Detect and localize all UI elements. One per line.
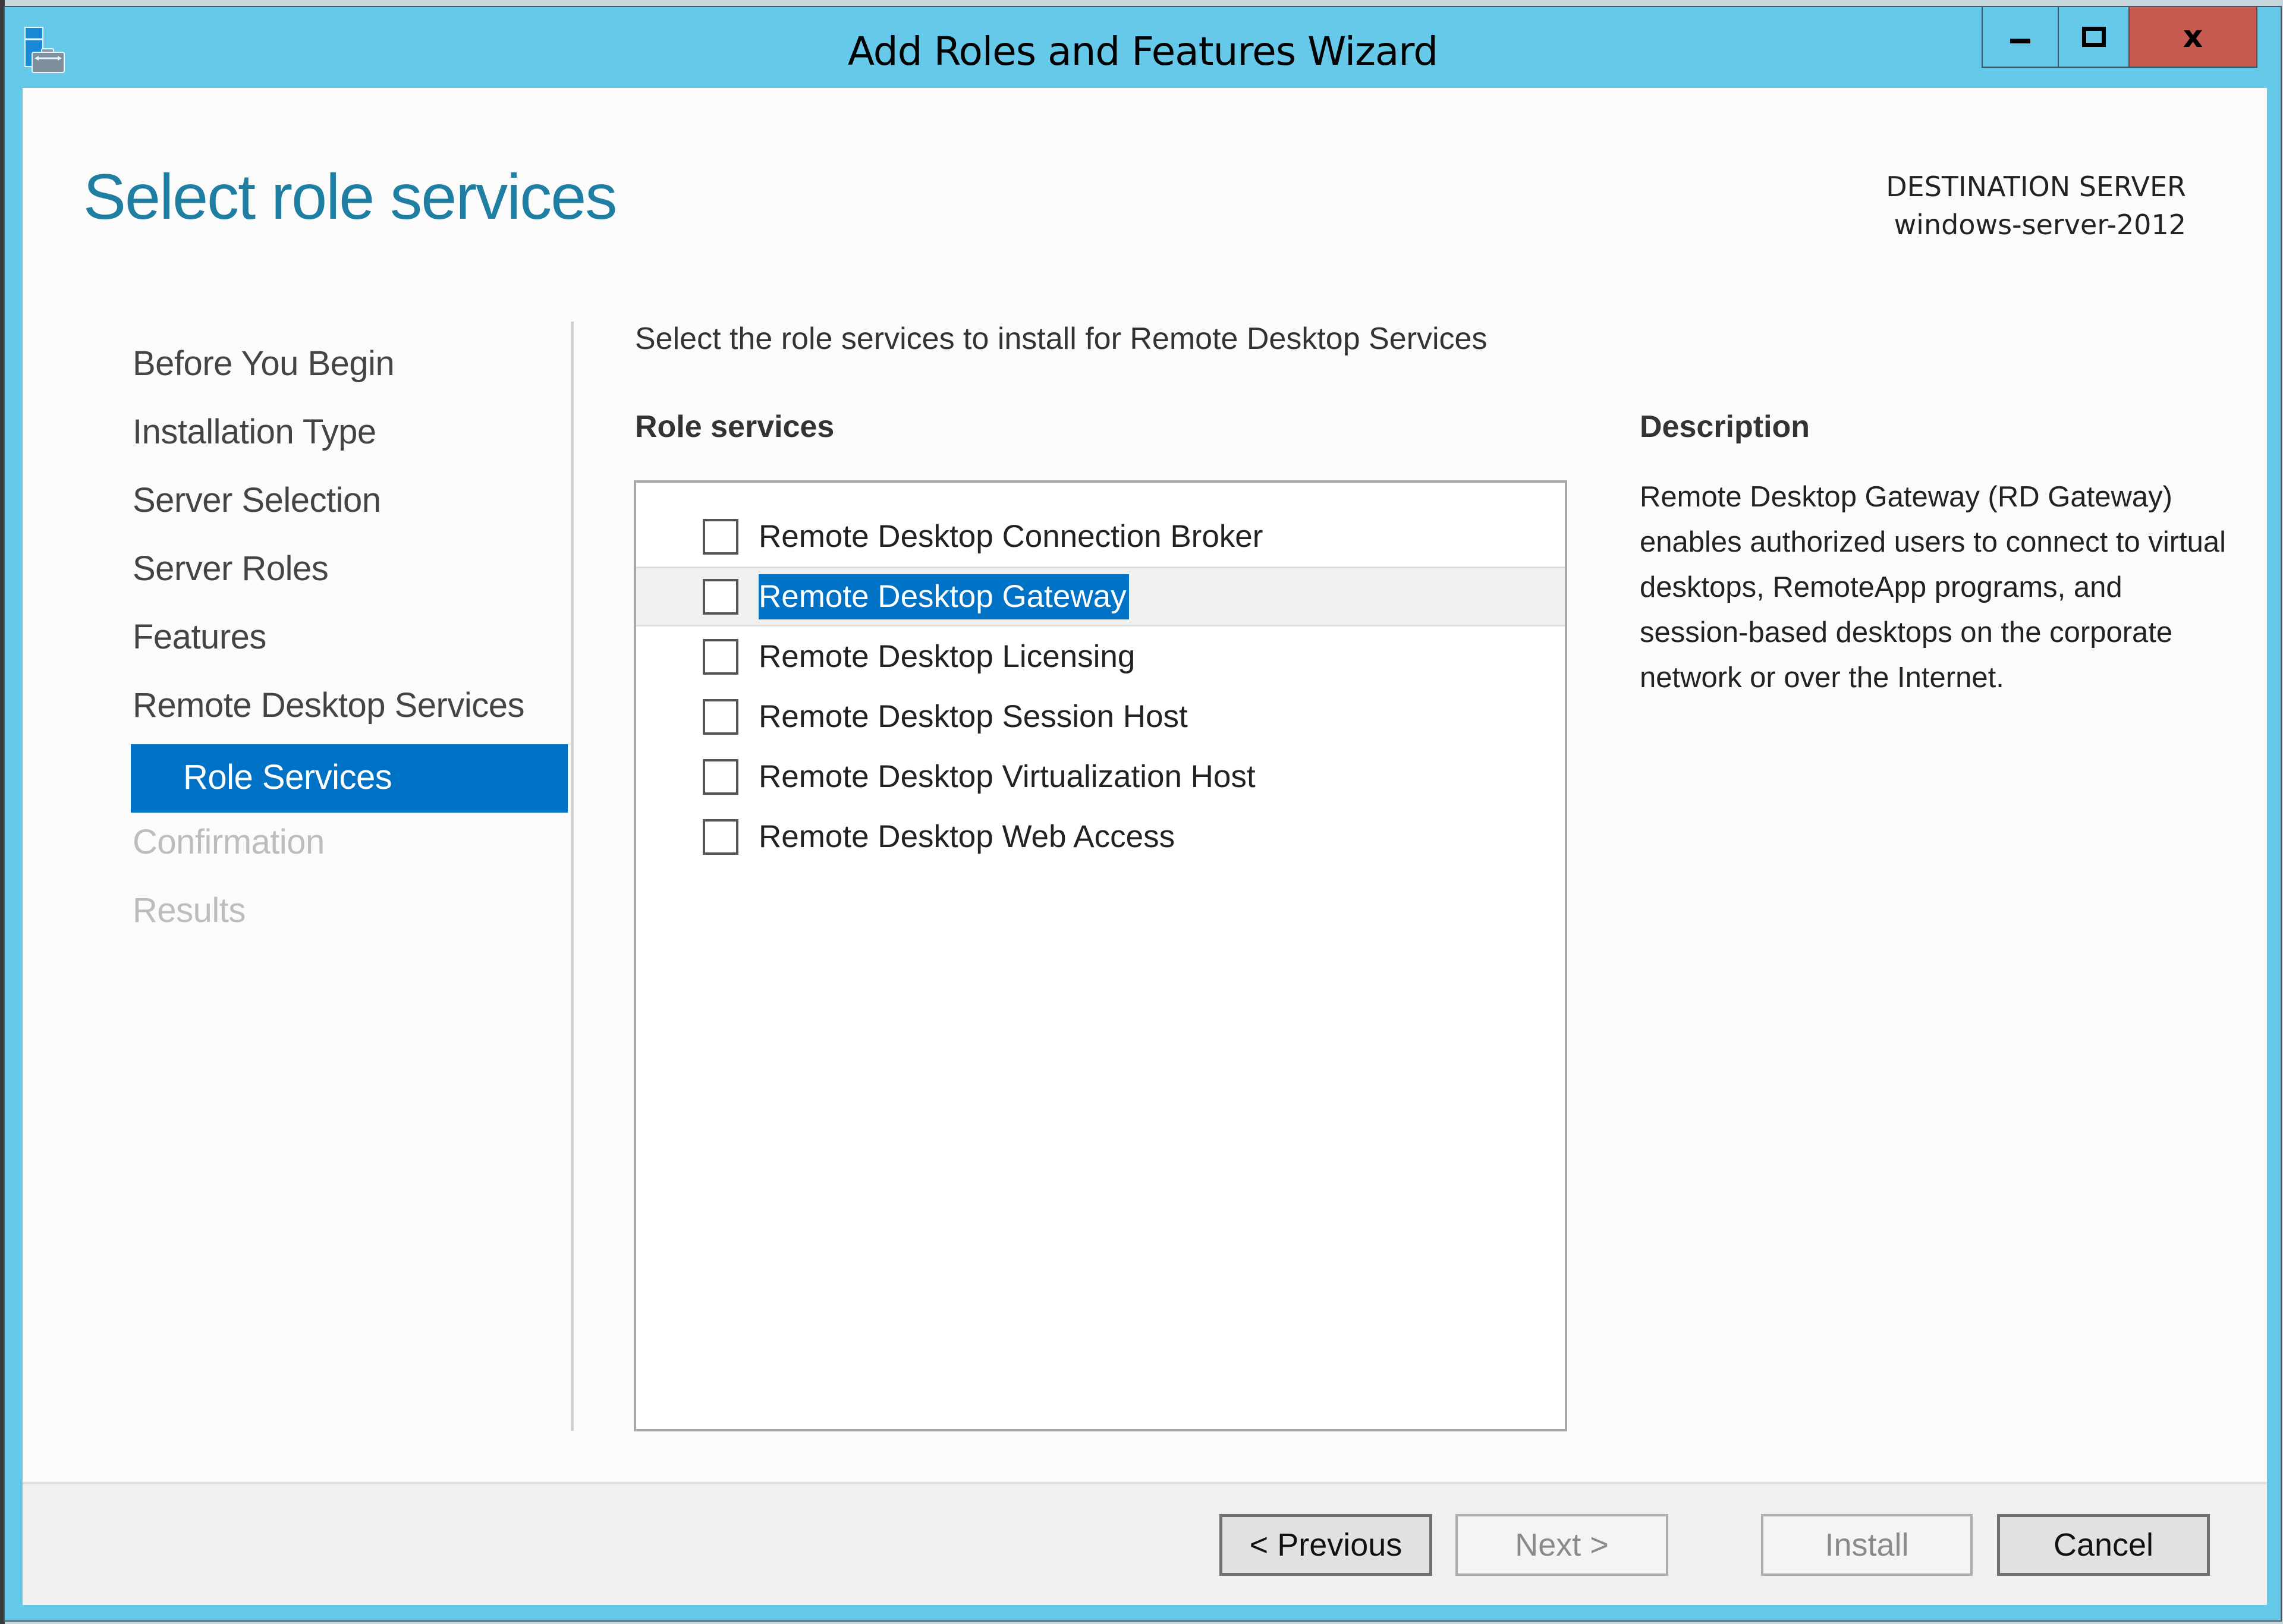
next-button: Next >: [1455, 1514, 1668, 1576]
page-title: Select role services: [83, 160, 617, 232]
list-item-label[interactable]: Remote Desktop Gateway: [759, 574, 1129, 619]
checkbox[interactable]: [703, 518, 738, 555]
checkbox[interactable]: [703, 759, 738, 795]
previous-button[interactable]: < Previous: [1219, 1514, 1432, 1576]
nav-item-server-roles[interactable]: Server Roles: [131, 539, 568, 608]
nav-item-server-selection[interactable]: Server Selection: [131, 471, 568, 539]
wizard-nav: Before You Begin Installation Type Serve…: [131, 334, 568, 949]
install-button: Install: [1761, 1514, 1973, 1576]
role-services-list[interactable]: Remote Desktop Connection Broker Remote …: [634, 480, 1567, 1431]
window-controls: x: [1982, 7, 2257, 68]
nav-item-role-services[interactable]: Role Services: [131, 744, 568, 813]
nav-item-remote-desktop-services[interactable]: Remote Desktop Services: [131, 676, 568, 744]
list-item[interactable]: Remote Desktop Session Host: [636, 687, 1565, 747]
list-item[interactable]: Remote Desktop Licensing: [636, 627, 1565, 687]
nav-item-results: Results: [133, 891, 246, 930]
list-item-label[interactable]: Remote Desktop Virtualization Host: [759, 754, 1258, 800]
destination-server-label: DESTINATION SERVER: [1886, 171, 2186, 203]
checkbox[interactable]: [703, 578, 738, 615]
nav-item-installation-type[interactable]: Installation Type: [131, 402, 568, 471]
close-button[interactable]: x: [2130, 7, 2257, 67]
nav-divider: [571, 322, 574, 1431]
description-heading: Description: [1640, 410, 1810, 444]
wizard-window: Add Roles and Features Wizard x Select r…: [4, 6, 2282, 1622]
minimize-icon: [2010, 39, 2030, 43]
nav-item-features[interactable]: Features: [131, 608, 568, 676]
checkbox[interactable]: [703, 819, 738, 855]
list-item-label[interactable]: Remote Desktop Licensing: [759, 634, 1137, 679]
list-item-label[interactable]: Remote Desktop Session Host: [759, 694, 1190, 739]
maximize-button[interactable]: [2059, 7, 2130, 67]
destination-server-value: windows-server-2012: [1894, 209, 2186, 241]
checkbox[interactable]: [703, 698, 738, 735]
window-title: Add Roles and Features Wizard: [847, 29, 1438, 74]
minimize-button[interactable]: [1983, 7, 2059, 67]
wizard-content: Select role services DESTINATION SERVER …: [23, 88, 2267, 1482]
list-item[interactable]: Remote Desktop Virtualization Host: [636, 747, 1565, 807]
list-item[interactable]: Remote Desktop Gateway: [636, 566, 1565, 627]
list-item-label[interactable]: Remote Desktop Web Access: [759, 814, 1177, 860]
wizard-footer: < Previous Next > Install Cancel: [23, 1482, 2267, 1605]
maximize-icon: [2081, 27, 2106, 47]
nav-item-confirmation: Confirmation: [133, 823, 325, 861]
list-item[interactable]: Remote Desktop Connection Broker: [636, 506, 1565, 566]
list-item-label[interactable]: Remote Desktop Connection Broker: [759, 514, 1265, 559]
list-item[interactable]: Remote Desktop Web Access: [636, 807, 1565, 867]
destination-server: DESTINATION SERVER windows-server-2012: [1886, 168, 2186, 244]
cancel-button[interactable]: Cancel: [1997, 1514, 2210, 1576]
intro-text: Select the role services to install for …: [635, 322, 1488, 356]
checkbox[interactable]: [703, 638, 738, 675]
description-text: Remote Desktop Gateway (RD Gateway) enab…: [1640, 481, 2227, 694]
close-icon: x: [2183, 19, 2203, 55]
nav-item-before-you-begin[interactable]: Before You Begin: [131, 334, 568, 402]
role-services-heading: Role services: [635, 410, 835, 444]
